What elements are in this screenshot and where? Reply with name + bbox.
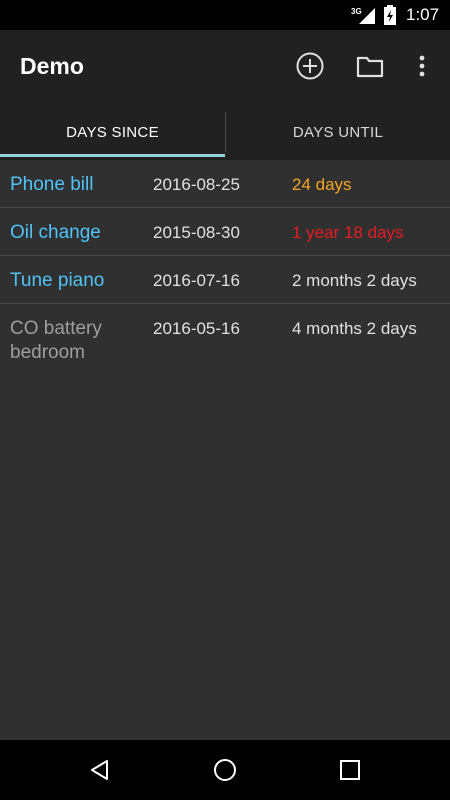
item-name: Tune piano <box>10 270 105 291</box>
item-elapsed: 1 year 18 days <box>292 223 404 242</box>
status-clock: 1:07 <box>406 5 440 24</box>
folder-button[interactable] <box>352 48 388 84</box>
events-list: Phone bill 2016-08-25 24 days Oil change… <box>0 160 450 370</box>
home-icon <box>214 759 236 781</box>
item-elapsed: 4 months 2 days <box>292 319 417 338</box>
item-date: 2016-07-16 <box>153 271 240 290</box>
selected-tab-indicator <box>0 154 225 157</box>
signal-icon: 3G <box>351 7 375 24</box>
item-name: Oil change <box>10 222 101 243</box>
overflow-menu-icon <box>419 55 425 77</box>
item-name: Phone bill <box>10 174 94 195</box>
item-date: 2016-08-25 <box>153 175 240 194</box>
list-item[interactable]: Phone bill 2016-08-25 24 days <box>0 160 450 208</box>
list-item[interactable]: Tune piano 2016-07-16 2 months 2 days <box>0 256 450 304</box>
overflow-menu-button[interactable] <box>404 48 440 84</box>
folder-icon <box>356 56 384 78</box>
tab-days-until[interactable]: DAYS UNTIL <box>226 104 450 160</box>
tab-bar: DAYS SINCE DAYS UNTIL <box>0 104 450 160</box>
item-name: CO battery bedroom <box>10 318 102 363</box>
list-item[interactable]: CO battery bedroom 2016-05-16 4 months 2… <box>0 304 450 370</box>
home-button[interactable] <box>209 754 241 786</box>
battery-charging-icon <box>384 5 396 25</box>
item-date: 2016-05-16 <box>153 319 240 338</box>
recents-button[interactable] <box>334 754 366 786</box>
item-date: 2015-08-30 <box>153 223 240 242</box>
app-bar: Demo <box>0 30 450 104</box>
back-button[interactable] <box>84 754 116 786</box>
recents-icon <box>340 760 360 780</box>
system-nav-bar <box>0 740 450 800</box>
add-circle-icon <box>296 52 324 80</box>
item-elapsed: 2 months 2 days <box>292 271 417 290</box>
list-item[interactable]: Oil change 2015-08-30 1 year 18 days <box>0 208 450 256</box>
network-type-label: 3G <box>351 7 362 16</box>
item-elapsed: 24 days <box>292 175 352 194</box>
add-button[interactable] <box>292 48 328 84</box>
app-title: Demo <box>20 53 84 79</box>
tab-days-since[interactable]: DAYS SINCE <box>0 104 225 160</box>
back-icon <box>91 760 108 780</box>
status-bar: 3G 1:07 <box>0 0 450 30</box>
